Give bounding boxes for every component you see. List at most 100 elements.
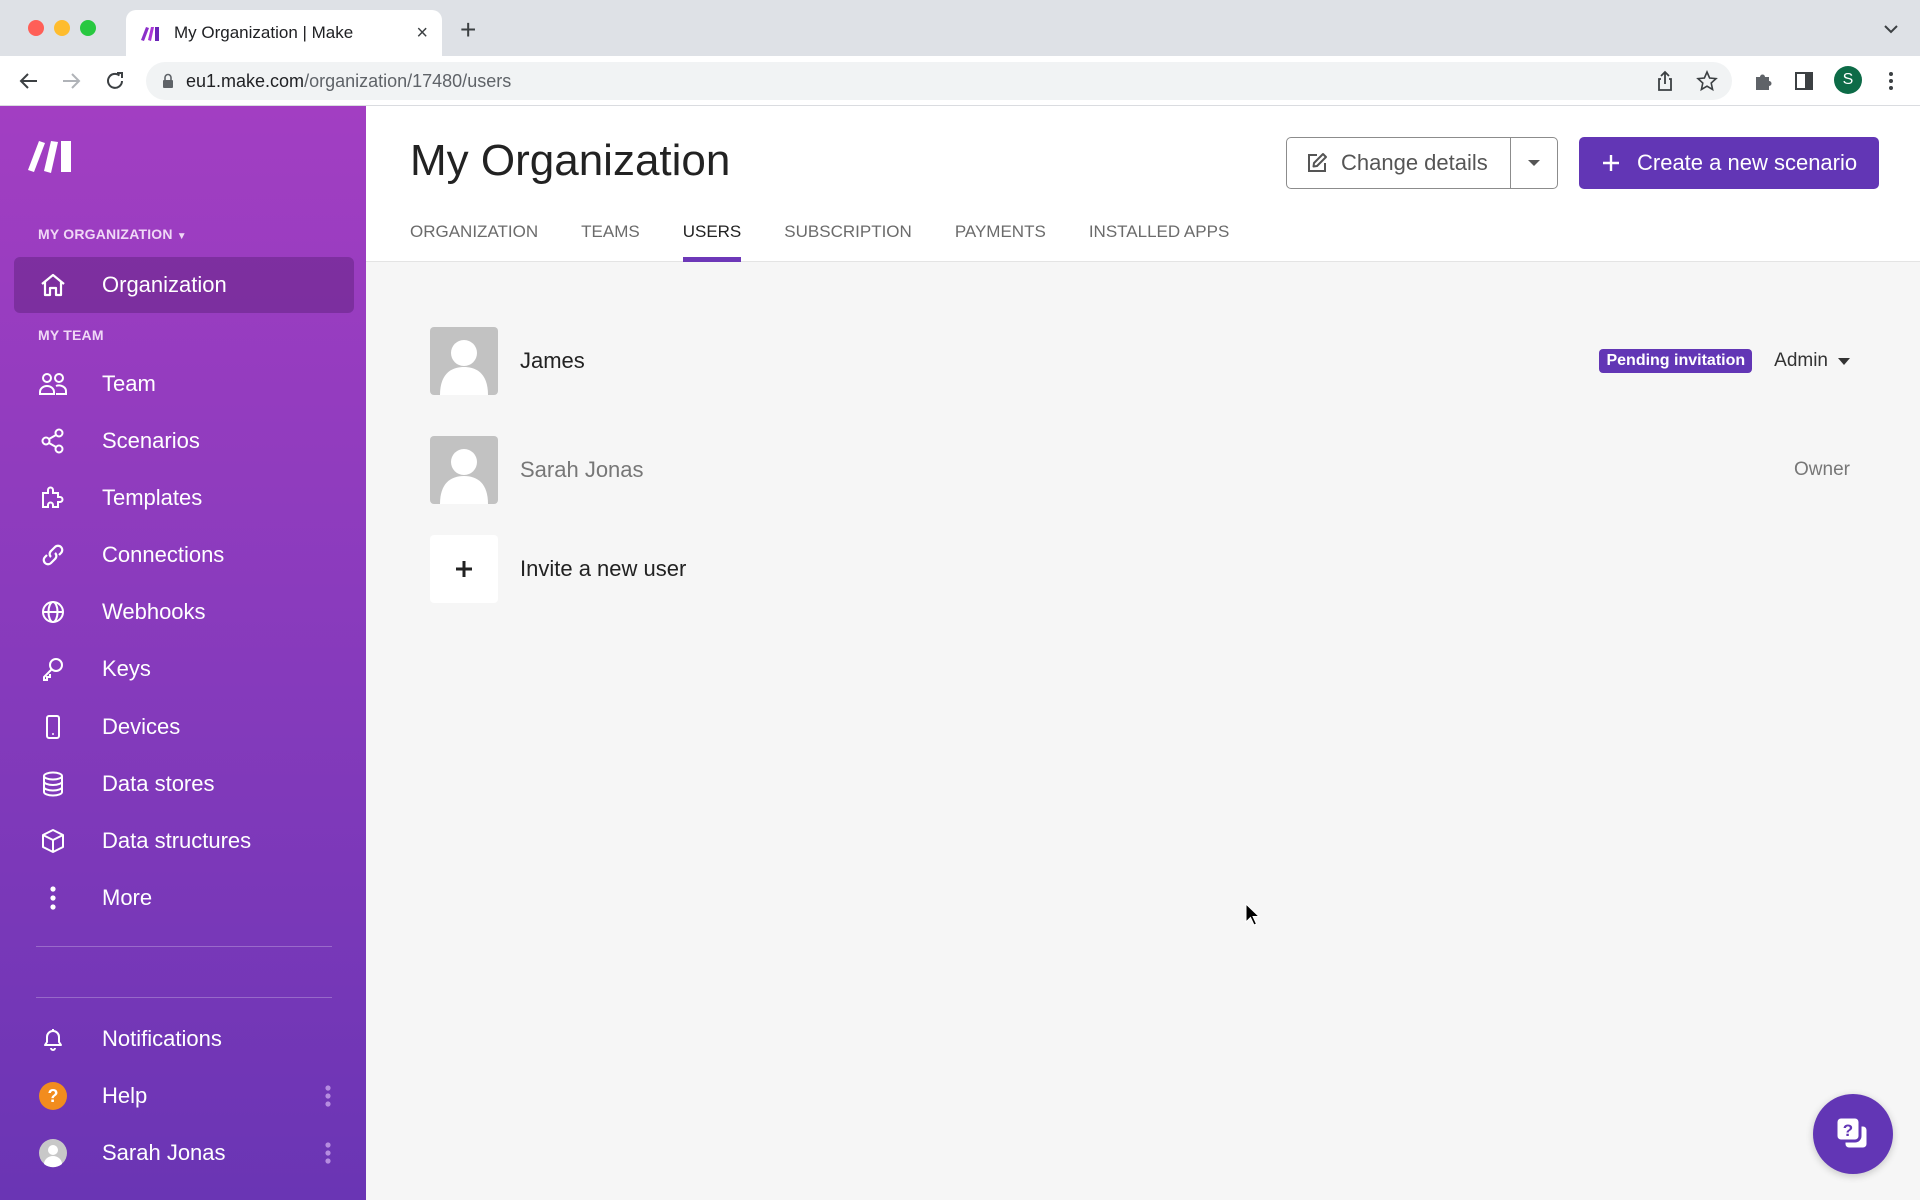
tab-subscription[interactable]: SUBSCRIPTION [784, 222, 912, 262]
change-details-button[interactable]: Change details [1287, 138, 1511, 188]
url-host: eu1.make.com [186, 70, 305, 91]
role-label: Admin [1774, 350, 1828, 371]
new-tab-button[interactable]: + [460, 14, 476, 46]
role-label: Owner [1794, 459, 1850, 480]
sidebar-item-notifications[interactable]: Notifications [14, 1011, 354, 1067]
user-options-icon[interactable] [324, 1141, 332, 1165]
plus-icon [456, 561, 472, 577]
tab-installed-apps[interactable]: INSTALLED APPS [1089, 222, 1229, 262]
sidebar-item-label: Team [102, 371, 156, 396]
pending-invitation-badge: Pending invitation [1599, 349, 1753, 373]
more-vertical-icon [38, 883, 68, 913]
sidebar-item-data-stores[interactable]: Data stores [14, 756, 354, 812]
tab-search-chevron-icon[interactable] [1882, 20, 1900, 38]
edit-icon [1308, 153, 1327, 172]
browser-tab[interactable]: My Organization | Make × [126, 10, 442, 56]
main-content: My Organization Change details Create a … [366, 106, 1920, 1200]
key-icon [38, 654, 68, 684]
sidebar-item-more[interactable]: More [14, 870, 354, 926]
avatar-icon [38, 1138, 68, 1168]
sidebar-item-user-profile[interactable]: Sarah Jonas [14, 1125, 354, 1181]
sidebar-item-label: Sarah Jonas [102, 1140, 226, 1165]
invite-user-button[interactable]: Invite a new user [430, 535, 1850, 603]
caret-down-icon [1528, 160, 1540, 166]
user-avatar [430, 327, 498, 395]
help-options-icon[interactable] [324, 1084, 332, 1108]
sidebar-item-label: Keys [102, 656, 151, 681]
caret-down-icon: ▼ [176, 231, 187, 242]
sidebar-item-organization[interactable]: Organization [14, 257, 354, 313]
sidebar-item-scenarios[interactable]: Scenarios [14, 413, 354, 469]
page-header: My Organization Change details Create a … [366, 106, 1920, 262]
sidebar-item-label: Connections [102, 542, 225, 567]
sidebar-item-label: Data structures [102, 828, 252, 853]
bookmark-star-icon[interactable] [1696, 70, 1718, 92]
window-maximize-button[interactable] [80, 20, 96, 36]
sidebar-item-connections[interactable]: Connections [14, 527, 354, 583]
browser-toolbar: eu1.make.com/organization/17480/users S [0, 56, 1920, 106]
sidebar-item-templates[interactable]: Templates [14, 470, 354, 526]
tab-users[interactable]: USERS [682, 222, 741, 262]
puzzle-icon [38, 483, 68, 513]
browser-tabstrip: My Organization | Make × + [0, 0, 1920, 56]
browser-menu-icon[interactable] [1880, 70, 1902, 92]
change-details-dropdown-button[interactable] [1511, 138, 1557, 188]
sidebar-divider [36, 997, 332, 998]
user-list-item[interactable]: James Pending invitation Admin [430, 327, 1850, 395]
svg-text:?: ? [1843, 1121, 1853, 1140]
mouse-cursor-icon [1245, 903, 1261, 926]
sidebar-item-label: Data stores [102, 771, 215, 796]
reload-button[interactable] [102, 68, 128, 94]
tab-payments[interactable]: PAYMENTS [955, 222, 1046, 262]
caret-down-icon [1838, 357, 1850, 365]
sidebar-item-label: Webhooks [102, 599, 206, 624]
sidebar-divider [36, 946, 332, 947]
address-bar[interactable]: eu1.make.com/organization/17480/users [146, 62, 1732, 100]
help-chat-button[interactable]: ? [1813, 1094, 1893, 1174]
make-logo-icon[interactable] [28, 138, 80, 174]
sidebar-item-data-structures[interactable]: Data structures [14, 813, 354, 869]
sidebar-item-keys[interactable]: Keys [14, 641, 354, 697]
user-list-item[interactable]: Sarah Jonas Owner [430, 436, 1850, 504]
sidebar-item-label: Scenarios [102, 428, 200, 453]
back-button[interactable] [16, 68, 42, 94]
home-icon [38, 270, 68, 300]
window-close-button[interactable] [28, 20, 44, 36]
profile-avatar[interactable]: S [1834, 66, 1862, 94]
mobile-icon [38, 712, 68, 742]
sidebar-item-webhooks[interactable]: Webhooks [14, 584, 354, 640]
create-scenario-button[interactable]: Create a new scenario [1579, 137, 1879, 189]
share-icon[interactable] [1654, 70, 1676, 92]
link-icon [38, 540, 68, 570]
tab-organization[interactable]: ORGANIZATION [410, 222, 538, 262]
reload-icon [107, 72, 123, 89]
help-chat-icon: ? [1834, 1115, 1870, 1151]
side-panel-icon[interactable] [1793, 70, 1815, 92]
extensions-puzzle-icon[interactable] [1752, 70, 1774, 92]
help-circle-icon: ? [38, 1081, 68, 1111]
svg-text:?: ? [48, 1086, 59, 1106]
create-scenario-label: Create a new scenario [1637, 150, 1858, 175]
window-minimize-button[interactable] [54, 20, 70, 36]
bell-icon [38, 1024, 68, 1054]
team-section-label: MY TEAM [38, 327, 104, 343]
invite-plus-box [430, 535, 498, 603]
user-name: James [520, 348, 585, 373]
database-icon [38, 769, 68, 799]
change-details-split-button: Change details [1286, 137, 1558, 189]
make-favicon-icon [141, 27, 159, 41]
change-details-label: Change details [1341, 150, 1488, 175]
tab-close-icon[interactable]: × [416, 22, 428, 45]
sidebar-item-devices[interactable]: Devices [14, 699, 354, 755]
sidebar-item-label: Notifications [102, 1026, 222, 1051]
tab-teams[interactable]: TEAMS [581, 222, 640, 262]
users-icon [38, 369, 68, 399]
default-avatar-icon [440, 340, 488, 395]
org-switcher[interactable]: MY ORGANIZATION ▼ [38, 226, 187, 242]
role-dropdown[interactable]: Admin [1774, 350, 1850, 372]
sidebar-item-team[interactable]: Team [14, 356, 354, 412]
globe-icon [38, 597, 68, 627]
sidebar-item-help[interactable]: ? Help [14, 1068, 354, 1124]
forward-button[interactable] [58, 68, 84, 94]
sidebar-item-label: Templates [102, 485, 203, 510]
